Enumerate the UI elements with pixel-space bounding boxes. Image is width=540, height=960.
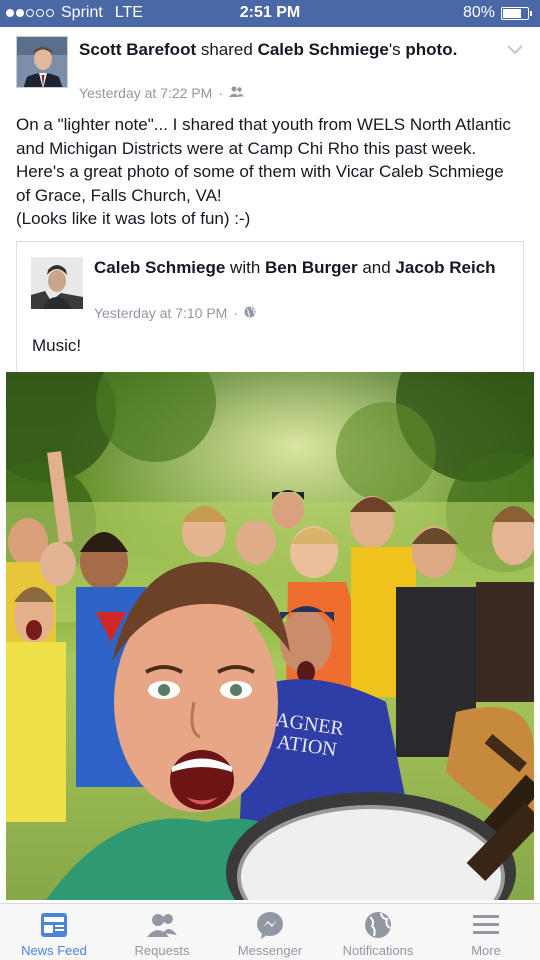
bottom-tab-bar: News Feed Requests Messenger Notificatio… <box>0 903 540 960</box>
and-word: and <box>357 258 396 277</box>
shared-caption: Music! <box>32 336 82 355</box>
news-feed-icon <box>39 911 69 939</box>
meta-separator: · <box>218 85 224 101</box>
tab-label: Notifications <box>342 943 414 958</box>
friends-icon <box>229 85 245 101</box>
friend-requests-icon <box>147 911 177 939</box>
tab-label: News Feed <box>21 943 87 958</box>
possessive-suffix: 's <box>388 40 401 59</box>
post-meta: Yesterday at 7:22 PM · <box>79 85 245 101</box>
tab-label: Messenger <box>237 943 303 958</box>
tab-news-feed[interactable]: News Feed <box>0 904 108 960</box>
status-time: 2:51 PM <box>239 4 301 21</box>
tab-messenger[interactable]: Messenger <box>216 904 324 960</box>
post-action: shared <box>196 40 258 59</box>
status-bar: Sprint LTE 2:51 PM 80% <box>0 0 540 27</box>
globe-icon <box>244 305 256 321</box>
author-avatar[interactable] <box>16 36 68 88</box>
battery-fill <box>503 8 522 18</box>
shared-timestamp[interactable]: Yesterday at 7:10 PM <box>94 305 227 321</box>
with-word: with <box>225 258 266 277</box>
tab-label: More <box>471 943 501 958</box>
shared-post-box[interactable]: Caleb Schmiege with Ben Burger and Jacob… <box>16 241 524 373</box>
meta-separator: · <box>233 305 239 321</box>
tab-more[interactable]: More <box>432 904 540 960</box>
post-header: Scott Barefoot shared Caleb Schmiege's p… <box>16 36 524 106</box>
globe-icon <box>363 911 393 939</box>
post-author-name[interactable]: Scott Barefoot <box>79 40 196 59</box>
battery-icon <box>501 6 529 20</box>
messenger-icon <box>255 911 285 939</box>
tagged-person-2[interactable]: Jacob Reich <box>395 258 495 277</box>
post-body-line2: (Looks like it was lots of fun) :-) <box>16 209 251 228</box>
post-author-line: Scott Barefoot shared Caleb Schmiege's p… <box>79 38 489 61</box>
shared-object-link[interactable]: photo. <box>405 40 457 59</box>
battery-percent: 80% <box>462 4 495 21</box>
menu-icon <box>471 911 501 939</box>
shared-author-name[interactable]: Caleb Schmiege <box>94 258 225 277</box>
post-text: On a "lighter note"... I shared that you… <box>16 113 521 231</box>
shared-photo[interactable]: AGNER ATION <box>6 372 534 900</box>
tab-label: Requests <box>134 943 190 958</box>
status-right: 80% <box>463 4 532 22</box>
post-timestamp[interactable]: Yesterday at 7:22 PM <box>79 85 212 101</box>
chevron-down-icon[interactable] <box>506 40 524 58</box>
shared-meta: Yesterday at 7:10 PM · <box>94 305 256 321</box>
original-author-name[interactable]: Caleb Schmiege <box>258 40 389 59</box>
tab-notifications[interactable]: Notifications <box>324 904 432 960</box>
tab-requests[interactable]: Requests <box>108 904 216 960</box>
shared-author-avatar[interactable] <box>31 257 83 309</box>
tagged-person-1[interactable]: Ben Burger <box>265 258 358 277</box>
post-body: On a "lighter note"... I shared that you… <box>16 115 511 205</box>
shared-author-line: Caleb Schmiege with Ben Burger and Jacob… <box>94 257 504 279</box>
